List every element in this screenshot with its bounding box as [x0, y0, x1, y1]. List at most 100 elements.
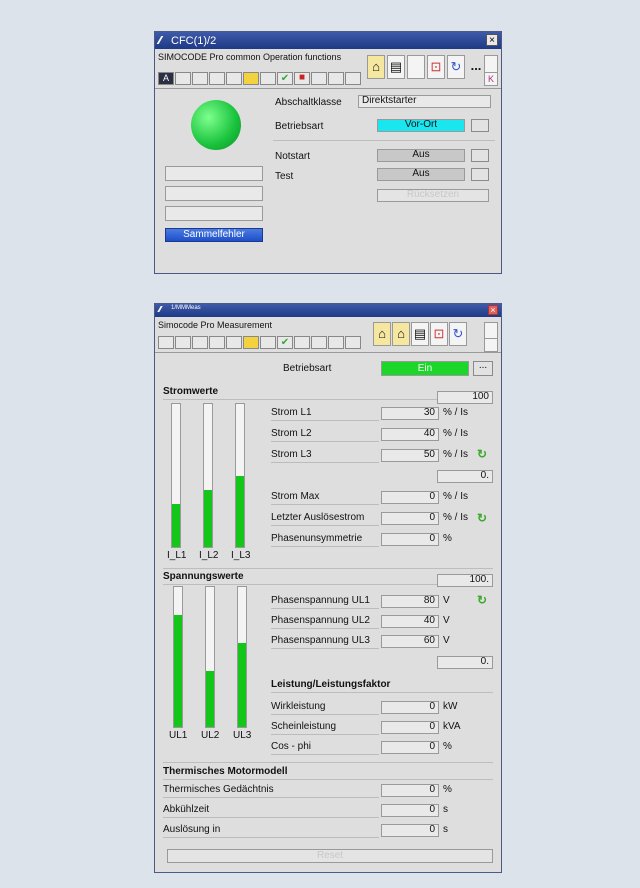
tb-slot-6[interactable]: [260, 336, 276, 349]
tb-slot-5[interactable]: [260, 72, 276, 85]
list-icon[interactable]: ▤: [387, 55, 405, 79]
strom-bar-fill: [172, 504, 180, 547]
strom-bar-fill: [204, 489, 212, 547]
more-button[interactable]: ...: [467, 55, 485, 79]
strom-row-label: Strom L3: [271, 449, 312, 460]
refresh-icon[interactable]: ↻: [449, 322, 467, 346]
ausloesestrom-refresh-icon[interactable]: ↻: [477, 512, 489, 524]
thermisch-top-line: [163, 762, 493, 763]
meas-titlebar[interactable]: 1/MMMeas ×: [155, 304, 501, 317]
spannungswerte-heading: Spannungswerte: [163, 571, 244, 582]
spannung-row-label: Phasenspannung UL1: [271, 595, 370, 606]
thermisch-row-value: 0: [381, 784, 439, 797]
thermisch-row-label: Auslösung in: [163, 824, 221, 835]
leistung-line: [271, 692, 493, 693]
home-icon[interactable]: ⌂: [373, 322, 391, 346]
window-icon: [156, 36, 172, 44]
tb-slot-9[interactable]: [328, 336, 344, 349]
leistung-row-unit: %: [443, 741, 452, 752]
tb-slot-10[interactable]: [345, 336, 361, 349]
lock-icon[interactable]: [243, 336, 259, 349]
cfc-subtitle: SIMOCODE Pro common Operation functions: [158, 52, 342, 62]
tb-slot-3[interactable]: [192, 336, 208, 349]
reset-button[interactable]: Reset: [167, 849, 493, 863]
betriebsart-label: Betriebsart: [283, 363, 332, 374]
spannung-bar-fill: [206, 671, 214, 727]
blank-icon[interactable]: [407, 55, 425, 79]
leistung-row-underline: [271, 734, 379, 735]
meas-toolbar: ✔: [158, 336, 362, 349]
cfc-window: CFC(1)/2 × SIMOCODE Pro common Operation…: [154, 31, 502, 274]
strom-bar-label: I_L3: [231, 550, 251, 561]
strom-min-scale: 0.: [437, 470, 493, 483]
cfc-titlebar[interactable]: CFC(1)/2 ×: [155, 32, 501, 49]
strom-row-value: 0: [381, 491, 439, 504]
strom-row-label: Letzter Auslösestrom: [271, 512, 365, 523]
tb-slot-8[interactable]: [345, 72, 361, 85]
strom-max-scale: 100: [437, 391, 493, 404]
spannung-row-underline: [271, 608, 379, 609]
strom-row-label: Strom L1: [271, 407, 312, 418]
leistung-row-label: Wirkleistung: [271, 701, 326, 712]
betriebsart-dots-button[interactable]: ...: [473, 361, 493, 376]
status-led: [191, 100, 241, 150]
abschaltklasse-field: Direktstarter: [358, 95, 491, 108]
tb-a-button[interactable]: A: [158, 72, 174, 85]
betriebsart-field[interactable]: Ein: [381, 361, 469, 376]
test-field[interactable]: Aus: [377, 168, 465, 181]
home-2-icon[interactable]: ⌂: [392, 322, 410, 346]
notstart-field[interactable]: Aus: [377, 149, 465, 162]
leistung-row-underline: [271, 754, 379, 755]
measurement-window: 1/MMMeas × Simocode Pro Measurement ✔ ⌂ …: [154, 303, 502, 873]
spannung-bar-fill: [174, 615, 182, 727]
spannung-bar-fill: [238, 643, 246, 727]
notstart-button[interactable]: [471, 149, 489, 162]
spannung-top-line: [163, 568, 493, 569]
strom-bar: [171, 403, 181, 548]
tb-slot-3[interactable]: [209, 72, 225, 85]
strom-bar-label: I_L2: [199, 550, 219, 561]
chart-icon[interactable]: ⊡: [430, 322, 448, 346]
tb-slot-1[interactable]: [158, 336, 174, 349]
strom-refresh-icon[interactable]: ↻: [477, 448, 489, 460]
spannung-bar-label: UL3: [233, 730, 252, 741]
leistung-row-value: 0: [381, 701, 439, 714]
refresh-icon[interactable]: ↻: [447, 55, 465, 79]
betriebsart-button[interactable]: [471, 119, 489, 132]
strom-row-underline: [271, 441, 379, 442]
reset-disabled-button[interactable]: Rücksetzen: [377, 189, 489, 202]
tb-slot-8[interactable]: [311, 336, 327, 349]
strom-row-unit: % / Is: [443, 491, 469, 502]
tb-slot-4[interactable]: [209, 336, 225, 349]
strom-row-unit: % / Is: [443, 449, 469, 460]
test-button[interactable]: [471, 168, 489, 181]
tb-slot-2[interactable]: [192, 72, 208, 85]
strom-row-underline: [271, 504, 379, 505]
tb-slot-6[interactable]: [311, 72, 327, 85]
thermisch-row-unit: s: [443, 824, 448, 835]
cfc-divider-2: [273, 140, 495, 141]
side-k-icon[interactable]: K: [484, 72, 498, 86]
leistung-row-underline: [271, 714, 379, 715]
side-icon-2[interactable]: [484, 338, 498, 352]
alarm-icon[interactable]: ■: [294, 72, 310, 85]
betriebsart-field[interactable]: Vor-Ort: [377, 119, 465, 132]
tb-slot-1[interactable]: [175, 72, 191, 85]
spannung-refresh-icon[interactable]: ↻: [477, 594, 489, 606]
leistung-row-unit: kVA: [443, 721, 461, 732]
list-icon[interactable]: ▤: [411, 322, 429, 346]
tb-slot-7[interactable]: [328, 72, 344, 85]
close-button[interactable]: ×: [486, 34, 498, 46]
chart-icon[interactable]: ⊡: [427, 55, 445, 79]
tb-slot-5[interactable]: [226, 336, 242, 349]
sammelfehler-button[interactable]: Sammelfehler: [165, 228, 263, 242]
tb-slot-2[interactable]: [175, 336, 191, 349]
close-button[interactable]: ×: [488, 305, 498, 315]
home-icon[interactable]: ⌂: [367, 55, 385, 79]
tb-slot-7[interactable]: [294, 336, 310, 349]
check-icon[interactable]: ✔: [277, 72, 293, 85]
thermisch-row-value: 0: [381, 824, 439, 837]
lock-icon[interactable]: [243, 72, 259, 85]
check-icon[interactable]: ✔: [277, 336, 293, 349]
tb-slot-4[interactable]: [226, 72, 242, 85]
